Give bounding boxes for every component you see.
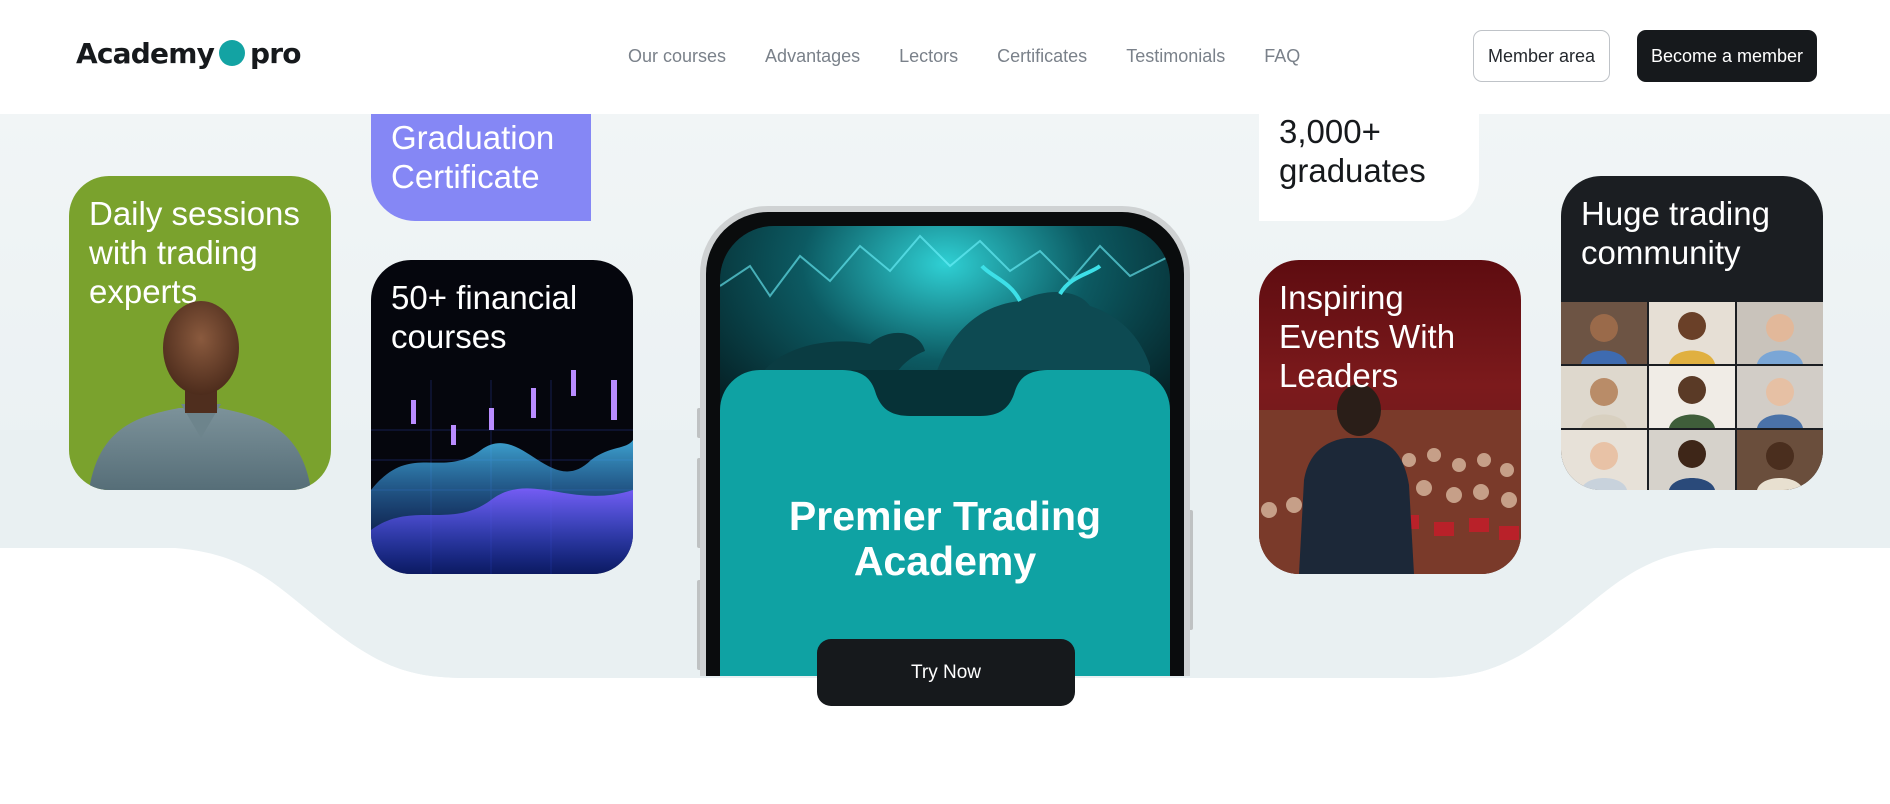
card-graduation-certificate: Graduation Certificate [371, 96, 591, 221]
page: Academy pro Our courses Advantages Lecto… [0, 0, 1890, 804]
card-graduates-text: 3,000+ graduates [1279, 113, 1426, 189]
card-daily-sessions: Daily sessions with trading experts [69, 176, 331, 490]
nav-our-courses[interactable]: Our courses [628, 44, 726, 68]
card-financial-courses: 50+ financial courses [371, 260, 633, 574]
nav-certificates[interactable]: Certificates [997, 44, 1087, 68]
card-inspiring-events: Inspiring Events With Leaders [1259, 260, 1521, 574]
become-member-button[interactable]: Become a member [1637, 30, 1817, 82]
video-call-grid-image [1561, 302, 1823, 490]
phone-notch-shape [840, 370, 1050, 416]
site-header: Academy pro Our courses Advantages Lecto… [0, 0, 1890, 114]
expert-photo [89, 301, 311, 490]
card-events-text: Inspiring Events With Leaders [1279, 279, 1456, 394]
card-courses-text: 50+ financial courses [391, 279, 578, 355]
phone-screen: Premier Trading Academy [720, 226, 1170, 676]
nav-lectors[interactable]: Lectors [899, 44, 958, 68]
nav-faq[interactable]: FAQ [1264, 44, 1300, 68]
card-trading-community: Huge trading community [1561, 176, 1823, 490]
member-area-button[interactable]: Member area [1473, 30, 1610, 82]
phone-mockup: Premier Trading Academy [700, 206, 1190, 676]
main-nav: Our courses Advantages Lectors Certifica… [628, 44, 1339, 68]
try-now-button[interactable]: Try Now [817, 639, 1075, 706]
card-graduates: 3,000+ graduates [1259, 96, 1479, 221]
nav-testimonials[interactable]: Testimonials [1126, 44, 1225, 68]
logo-dot-icon [219, 40, 246, 66]
logo-text-academy: Academy [76, 36, 215, 70]
logo-text-pro: pro [250, 36, 301, 70]
logo[interactable]: Academy pro [76, 36, 302, 70]
phone-title: Premier Trading Academy [788, 493, 1102, 584]
nav-advantages[interactable]: Advantages [765, 44, 860, 68]
card-graduation-text: Graduation Certificate [391, 119, 555, 195]
